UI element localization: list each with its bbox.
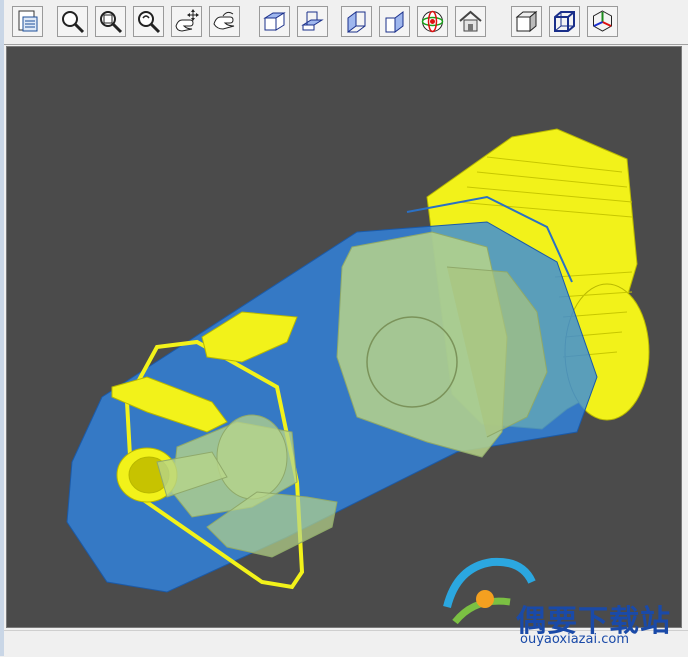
shaded-cube-icon xyxy=(515,10,538,33)
pan-icon xyxy=(175,9,199,32)
zoom-button[interactable] xyxy=(57,6,88,37)
home-view-button[interactable] xyxy=(455,6,486,37)
view-bottom-icon xyxy=(301,11,324,31)
wireframe-cube-button[interactable] xyxy=(549,6,580,37)
vacuum-model[interactable] xyxy=(7,47,682,628)
zoom-rotate-button[interactable] xyxy=(133,6,164,37)
view-sphere-button[interactable] xyxy=(417,6,448,37)
print-preview-button[interactable] xyxy=(12,6,43,37)
home-view-icon xyxy=(459,10,482,32)
watermark-url: ouyaoxiazai.com xyxy=(520,632,629,647)
window-frame xyxy=(0,0,4,656)
print-preview-icon xyxy=(18,10,38,32)
view-top-button[interactable] xyxy=(259,6,290,37)
shaded-cube-button[interactable] xyxy=(511,6,542,37)
view-right-icon xyxy=(385,11,404,33)
pan-button[interactable] xyxy=(171,6,202,37)
rotate-hand-icon xyxy=(213,11,235,30)
view-sphere-icon xyxy=(421,10,444,33)
zoom-window-icon xyxy=(100,11,123,34)
view-bottom-button[interactable] xyxy=(297,6,328,37)
view-top-icon xyxy=(263,12,286,31)
wireframe-cube-icon xyxy=(554,11,575,32)
zoom-rotate-icon xyxy=(138,11,161,34)
zoom-window-button[interactable] xyxy=(95,6,126,37)
axes-button[interactable] xyxy=(587,6,618,37)
zoom-icon xyxy=(62,11,85,34)
view-left-icon xyxy=(347,11,366,33)
rotate-hand-button[interactable] xyxy=(209,6,240,37)
3d-viewport[interactable] xyxy=(6,46,682,628)
view-right-button[interactable] xyxy=(379,6,410,37)
axes-icon xyxy=(593,10,612,32)
view-left-button[interactable] xyxy=(341,6,372,37)
toolbar xyxy=(4,0,688,45)
